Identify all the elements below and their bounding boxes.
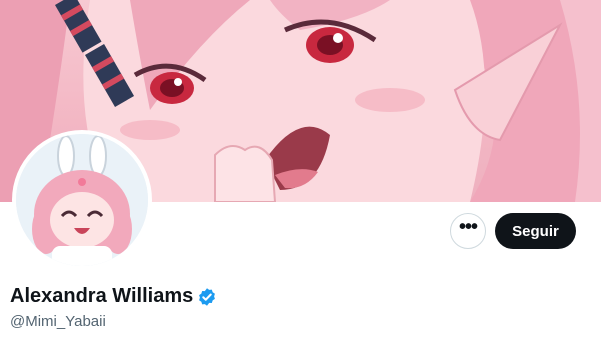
follow-button[interactable]: Seguir — [495, 213, 576, 249]
verified-badge-icon — [197, 287, 217, 307]
profile-name-row: Alexandra Williams — [10, 285, 217, 308]
more-options-button[interactable]: ••• — [450, 213, 486, 249]
display-name: Alexandra Williams — [10, 285, 194, 307]
username-handle: @Mimi_Yabaii — [10, 313, 106, 330]
avatar-image — [16, 134, 148, 266]
more-horizontal-icon: ••• — [458, 216, 478, 238]
avatar[interactable] — [12, 130, 152, 270]
